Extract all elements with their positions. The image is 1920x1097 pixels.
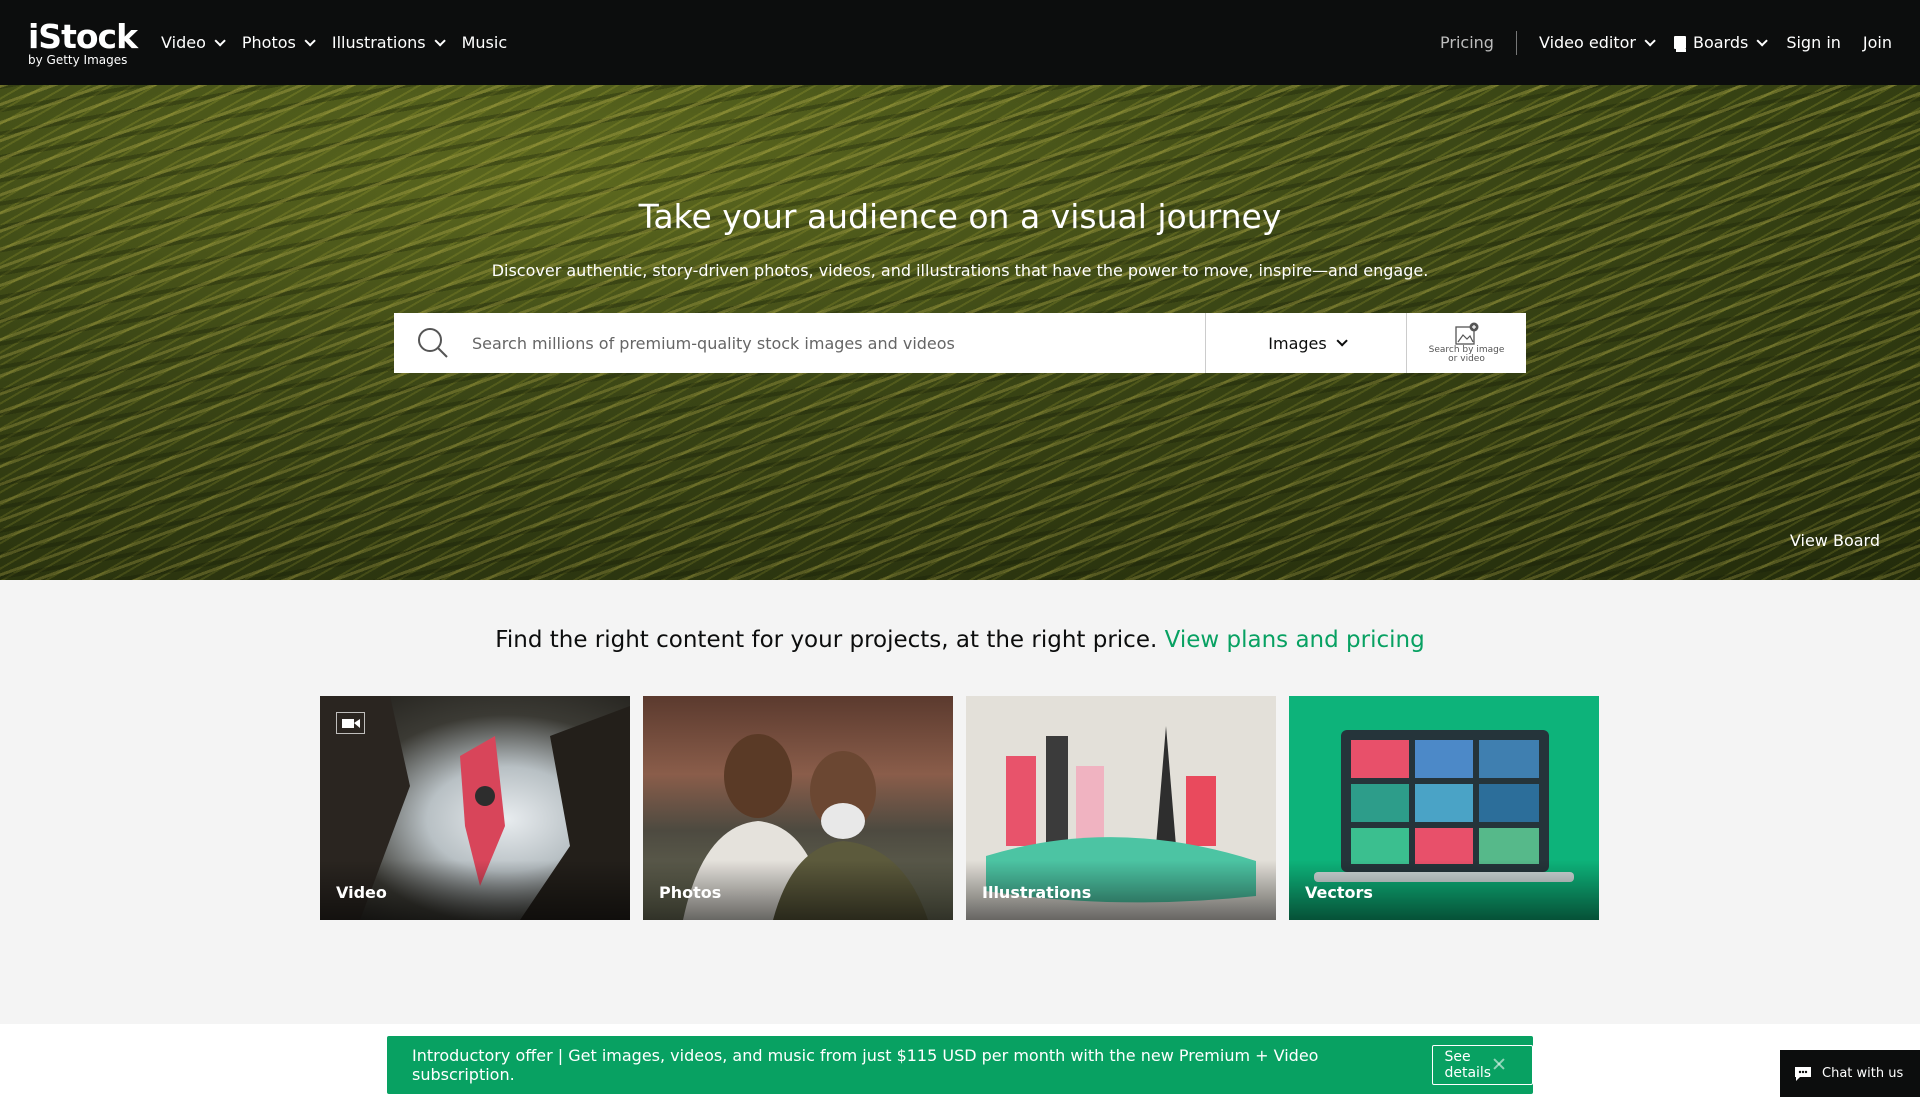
nav-illustrations[interactable]: Illustrations — [331, 33, 446, 52]
nav-divider — [1515, 30, 1517, 55]
view-board-link[interactable]: View Board — [1790, 531, 1880, 550]
image-search-icon — [1454, 322, 1478, 345]
search-icon[interactable] — [394, 313, 472, 373]
chevron-down-icon — [1644, 34, 1656, 47]
video-editor-label: Video editor — [1538, 33, 1636, 52]
media-type-select[interactable]: Images — [1205, 313, 1406, 373]
logo-sub: by Getty Images — [28, 52, 128, 67]
tile-illustrations[interactable]: Illustrations — [966, 696, 1276, 920]
sign-in-link[interactable]: Sign in — [1786, 33, 1841, 52]
see-details-button[interactable]: See details — [1432, 1045, 1533, 1085]
istock-logo[interactable]: iStock by Getty Images — [28, 16, 138, 67]
search-bar: Images Search by image or video — [394, 313, 1526, 373]
tile-vectors[interactable]: Vectors — [1289, 696, 1599, 920]
chevron-down-icon — [304, 34, 316, 47]
nav-video-label: Video — [161, 33, 206, 52]
chat-label: Chat with us — [1822, 1066, 1904, 1081]
boards-menu[interactable]: Boards — [1673, 33, 1769, 52]
top-navigation-bar: iStock by Getty Images Video Photos Illu… — [0, 0, 1920, 85]
nav-photos[interactable]: Photos — [241, 33, 316, 52]
chevron-down-icon — [214, 34, 226, 47]
nav-music-label: Music — [461, 33, 508, 52]
pricing-link[interactable]: Pricing — [1440, 33, 1494, 52]
media-type-value: Images — [1268, 333, 1327, 353]
hero-title: Take your audience on a visual journey — [638, 197, 1282, 236]
close-icon[interactable] — [1493, 1058, 1505, 1070]
offer-text: Introductory offer | Get images, videos,… — [412, 1046, 1319, 1084]
nav-illustrations-label: Illustrations — [331, 33, 426, 52]
nav-photos-label: Photos — [241, 33, 296, 52]
image-search-label-2: or video — [1448, 354, 1485, 364]
board-icon — [1673, 36, 1686, 52]
chevron-down-icon — [1336, 335, 1348, 347]
chat-icon — [1795, 1066, 1811, 1081]
tile-vectors-label: Vectors — [1305, 883, 1373, 902]
chat-button[interactable]: Chat with us — [1780, 1050, 1920, 1097]
chevron-down-icon — [1756, 34, 1769, 47]
account-nav: Pricing Video editor Boards Sign in Join — [1440, 30, 1892, 55]
logo-brand: iStock — [28, 16, 138, 56]
video-camera-icon — [336, 712, 365, 734]
video-editor-menu[interactable]: Video editor — [1538, 33, 1656, 52]
pricing-promo-text: Find the right content for your projects… — [495, 627, 1158, 653]
tile-photos-label: Photos — [659, 883, 722, 902]
chevron-down-icon — [434, 34, 446, 47]
hero-banner: Take your audience on a visual journey D… — [0, 85, 1920, 580]
pricing-promo: Find the right content for your projects… — [0, 627, 1920, 653]
nav-music[interactable]: Music — [462, 33, 508, 52]
view-plans-link[interactable]: View plans and pricing — [1165, 627, 1425, 653]
main-nav: Video Photos Illustrations Music — [161, 33, 507, 52]
search-input[interactable] — [472, 313, 1205, 373]
offer-banner: Introductory offer | Get images, videos,… — [387, 1036, 1533, 1094]
tile-video-label: Video — [336, 883, 387, 902]
tile-illustrations-label: Illustrations — [982, 883, 1092, 902]
category-tiles: Video Photos Illustrations Vectors — [320, 696, 1599, 920]
hero-subtitle: Discover authentic, story-driven photos,… — [491, 261, 1429, 280]
boards-label: Boards — [1692, 33, 1749, 52]
join-link[interactable]: Join — [1863, 33, 1892, 52]
tile-video[interactable]: Video — [320, 696, 630, 920]
tile-photos[interactable]: Photos — [643, 696, 953, 920]
nav-video[interactable]: Video — [161, 33, 226, 52]
search-by-image-button[interactable]: Search by image or video — [1406, 313, 1526, 373]
